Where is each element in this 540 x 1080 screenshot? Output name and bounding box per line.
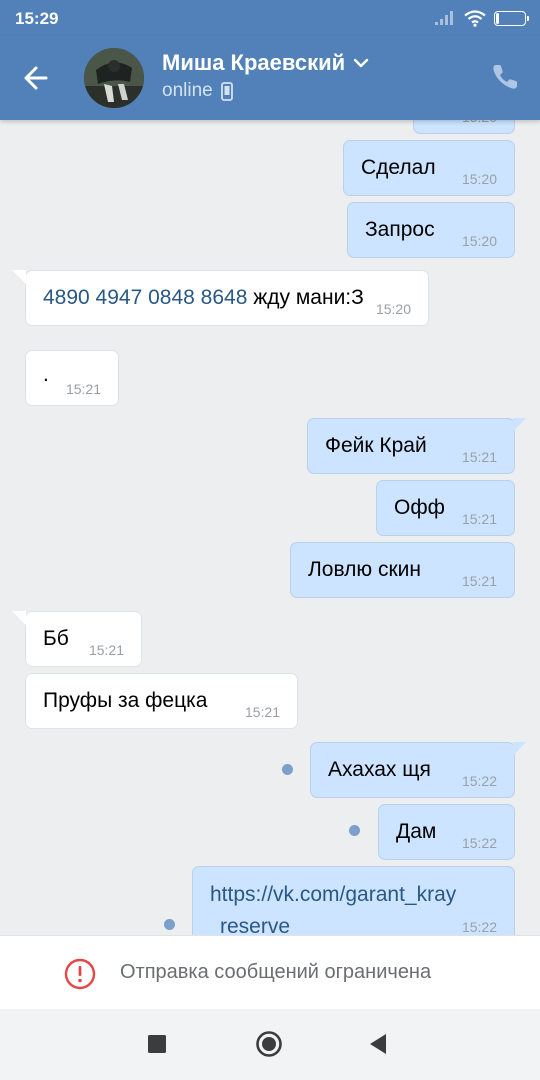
online-status: online — [162, 80, 213, 101]
message-link[interactable]: https://vk.com/garant_kray reserve — [210, 879, 456, 935]
message-bubble-incoming[interactable]: Пруфы за фецка 15:21 — [25, 673, 298, 729]
message-time: 15:21 — [244, 704, 280, 720]
wifi-icon — [464, 9, 486, 27]
status-icons: 11 — [434, 9, 529, 27]
message-bubble-outgoing[interactable]: Офф 15:21 — [376, 480, 515, 536]
message-text: Ахахах щя — [328, 758, 431, 781]
battery-level — [496, 12, 499, 24]
unread-indicator — [164, 919, 175, 930]
card-number-link[interactable]: 4890 4947 0848 8648 — [43, 286, 247, 309]
phone-call-icon[interactable] — [490, 62, 520, 92]
message-bubble-outgoing[interactable]: Ловлю скин 15:21 — [290, 542, 515, 598]
message-text: Фейк Край — [325, 434, 427, 457]
battery-text: 11 — [504, 11, 516, 24]
status-bar: 15:29 11 — [0, 0, 540, 36]
signal-icon — [435, 11, 453, 25]
chat-area[interactable]: 15:20 Сделал 15:20 Запрос 15:20 4890 494… — [0, 120, 540, 935]
contact-name: Миша Краевский — [162, 50, 346, 75]
chevron-down-icon — [353, 58, 369, 68]
message-text: Дам — [396, 820, 437, 843]
avatar-image — [84, 48, 144, 108]
message-text: 4890 4947 0848 8648 жду мани:З — [43, 286, 364, 310]
back-icon[interactable] — [364, 1029, 394, 1059]
bubble-tail — [513, 418, 526, 432]
home-icon[interactable] — [254, 1029, 284, 1059]
android-nav-bar — [0, 1009, 540, 1080]
recent-apps-icon[interactable] — [142, 1029, 172, 1059]
bubble-tail — [513, 742, 526, 756]
bubble-tail — [12, 611, 26, 625]
message-bubble-outgoing[interactable]: Дам 15:22 — [378, 804, 515, 860]
message-text: . — [43, 363, 49, 386]
message-bubble-outgoing[interactable]: Сделал 15:20 — [343, 140, 515, 196]
message-bubble-incoming[interactable]: 4890 4947 0848 8648 жду мани:З 15:20 — [12, 270, 429, 326]
link-line-2: reserve — [220, 915, 291, 935]
unread-indicator — [282, 764, 293, 775]
message-bubble-incoming[interactable]: Бб 15:21 — [12, 611, 142, 667]
message-bubble-outgoing[interactable]: Запрос 15:20 — [347, 202, 515, 258]
contact-name-dropdown[interactable]: Миша Краевский — [162, 50, 369, 76]
message-time: 15:21 — [461, 511, 497, 527]
alert-circle-icon — [64, 958, 96, 990]
message-text: Сделал — [361, 156, 436, 179]
message-text-rest: жду мани:З — [253, 286, 364, 309]
message-text: Ловлю скин — [308, 558, 421, 581]
message-time: 15:21 — [461, 573, 497, 589]
message-time: 15:22 — [461, 773, 497, 789]
message-text: Запрос — [365, 218, 435, 241]
unread-indicator — [349, 825, 360, 836]
message-time: 15:20 — [461, 233, 497, 249]
restriction-text: Отправка сообщений ограничена — [120, 961, 432, 983]
message-time: 15:20 — [462, 120, 497, 125]
message-time: 15:20 — [461, 171, 497, 187]
message-text: Офф — [394, 496, 445, 519]
messaging-restricted-bar: Отправка сообщений ограничена — [0, 935, 540, 1009]
message-bubble-partial: 15:20 — [413, 120, 515, 134]
online-row: online — [162, 80, 233, 102]
battery-icon: 11 — [494, 10, 529, 26]
link-line-1: https://vk.com/garant_kray — [210, 883, 457, 906]
message-time: 15:21 — [65, 381, 101, 397]
message-time: 15:22 — [461, 919, 497, 935]
message-text: Пруфы за фецка — [43, 689, 208, 712]
mobile-phone-icon — [220, 81, 233, 101]
message-time: 15:21 — [88, 642, 124, 658]
message-text: Бб — [43, 627, 69, 650]
avatar[interactable] — [84, 48, 144, 108]
back-arrow-icon[interactable] — [16, 58, 56, 98]
message-bubble-outgoing[interactable]: Фейк Край 15:21 — [307, 418, 526, 474]
message-bubble-outgoing[interactable]: https://vk.com/garant_kray reserve 15:22 — [192, 866, 515, 935]
message-time: 15:21 — [461, 449, 497, 465]
app-header: Миша Краевский online — [0, 36, 540, 120]
message-bubble-incoming[interactable]: . 15:21 — [25, 350, 119, 406]
message-bubble-outgoing[interactable]: Ахахах щя 15:22 — [310, 742, 526, 798]
message-time: 15:20 — [375, 301, 411, 317]
bubble-tail — [12, 270, 26, 284]
message-time: 15:22 — [461, 835, 497, 851]
status-time: 15:29 — [15, 9, 59, 28]
